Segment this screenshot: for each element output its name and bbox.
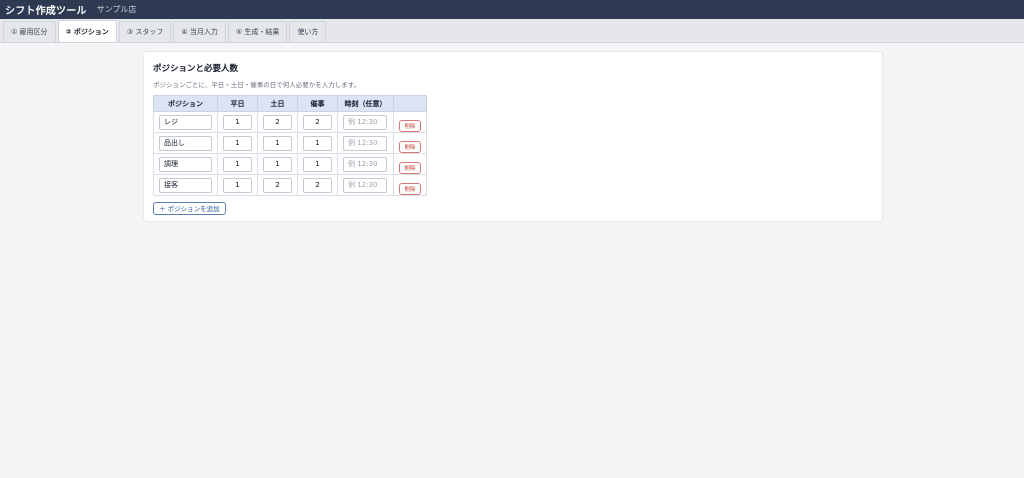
- tab-monthly-input[interactable]: ④ 当月入力: [173, 21, 226, 42]
- tab-staff[interactable]: ③ スタッフ: [118, 21, 172, 42]
- delete-button[interactable]: 削除: [399, 182, 421, 195]
- time-input[interactable]: 例 12:30: [343, 177, 387, 193]
- column-header-weekday: 平日: [217, 95, 258, 112]
- weekend-count-input[interactable]: 2: [263, 177, 292, 193]
- time-input[interactable]: 例 12:30: [343, 156, 387, 172]
- table-row: 調理 1 1 1 例 12:30 削除: [153, 153, 427, 175]
- delete-button[interactable]: 削除: [399, 161, 421, 174]
- table-row: 接客 1 2 2 例 12:30 削除: [153, 174, 427, 196]
- column-header-event: 催事: [297, 95, 338, 112]
- weekend-count-input[interactable]: 1: [263, 156, 292, 172]
- tab-bar: ① 雇用区分 ② ポジション ③ スタッフ ④ 当月入力 ⑤ 生成・結果 使い方: [0, 19, 1024, 43]
- table-row: 品出し 1 1 1 例 12:30 削除: [153, 132, 427, 154]
- event-count-input[interactable]: 2: [303, 114, 332, 130]
- column-header-position: ポジション: [153, 95, 218, 112]
- column-header-time: 時刻（任意）: [337, 95, 394, 112]
- table-row: レジ 1 2 2 例 12:30 削除: [153, 111, 427, 133]
- positions-card: ポジションと必要人数 ポジションごとに、平日・土日・催事の日で何人必要かを入力し…: [143, 51, 883, 222]
- position-name-input[interactable]: 接客: [159, 177, 212, 193]
- weekday-count-input[interactable]: 1: [223, 135, 252, 151]
- weekday-count-input[interactable]: 1: [223, 177, 252, 193]
- position-name-input[interactable]: 品出し: [159, 135, 212, 151]
- tab-employment-type[interactable]: ① 雇用区分: [3, 21, 56, 42]
- event-count-input[interactable]: 1: [303, 156, 332, 172]
- weekend-count-input[interactable]: 2: [263, 114, 292, 130]
- section-description: ポジションごとに、平日・土日・催事の日で何人必要かを入力します。: [153, 81, 361, 89]
- add-position-button[interactable]: ＋ ポジションを追加: [153, 201, 226, 215]
- tab-how-to-use[interactable]: 使い方: [289, 21, 327, 42]
- weekend-count-input[interactable]: 1: [263, 135, 292, 151]
- store-name: サンプル店: [96, 5, 137, 14]
- time-input[interactable]: 例 12:30: [343, 114, 387, 130]
- event-count-input[interactable]: 2: [303, 177, 332, 193]
- app-title: シフト作成ツール: [5, 6, 87, 17]
- section-title: ポジションと必要人数: [153, 64, 239, 74]
- weekday-count-input[interactable]: 1: [223, 156, 252, 172]
- position-name-input[interactable]: 調理: [159, 156, 212, 172]
- delete-button[interactable]: 削除: [399, 140, 421, 153]
- column-header-actions: [393, 95, 427, 112]
- positions-table: ポジション 平日 土日 催事 時刻（任意） レジ 1 2 2 例 12:30 削…: [153, 95, 427, 196]
- weekday-count-input[interactable]: 1: [223, 114, 252, 130]
- event-count-input[interactable]: 1: [303, 135, 332, 151]
- time-input[interactable]: 例 12:30: [343, 135, 387, 151]
- column-header-weekend: 土日: [257, 95, 298, 112]
- table-header-row: ポジション 平日 土日 催事 時刻（任意）: [153, 95, 427, 112]
- app-header: シフト作成ツール サンプル店: [0, 0, 1024, 19]
- delete-button[interactable]: 削除: [399, 119, 421, 132]
- tab-generate-results[interactable]: ⑤ 生成・結果: [227, 21, 288, 42]
- position-name-input[interactable]: レジ: [159, 114, 212, 130]
- tab-positions[interactable]: ② ポジション: [57, 20, 117, 42]
